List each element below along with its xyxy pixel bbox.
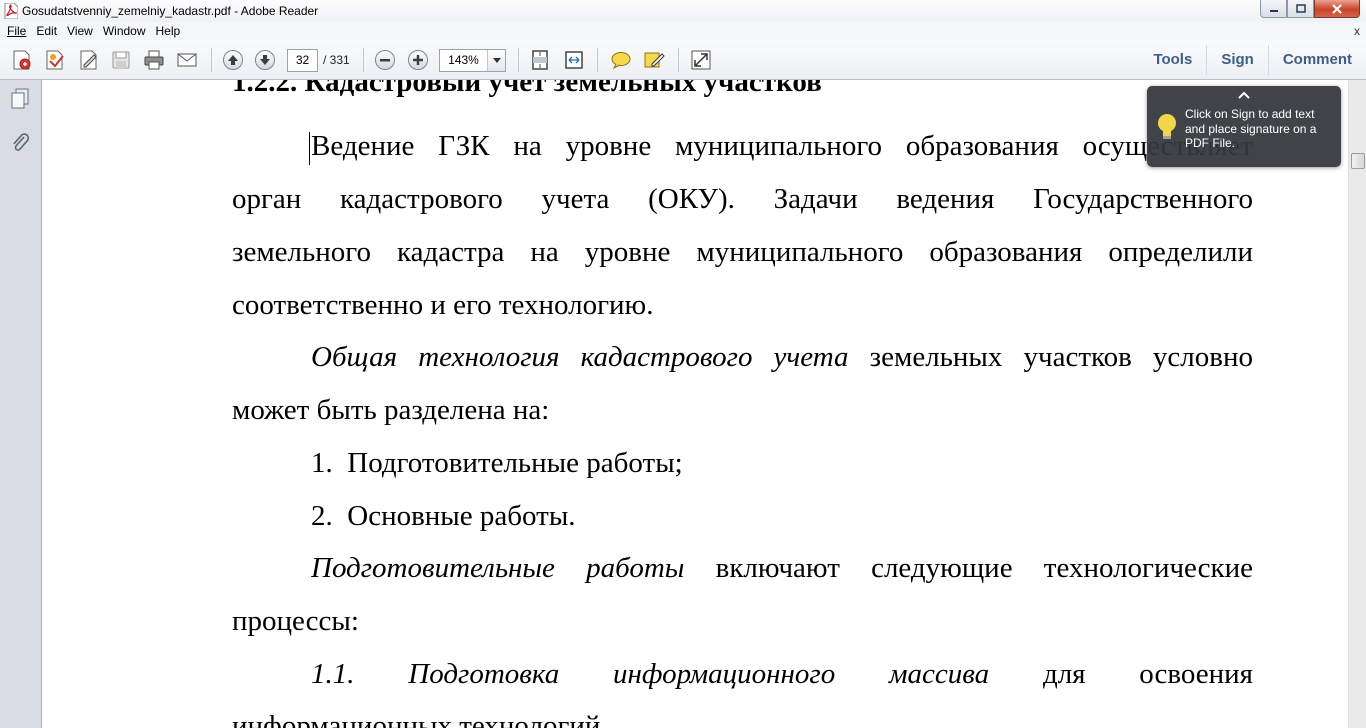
page-total: / 331 [323,53,350,67]
fit-page-icon [532,50,548,70]
sticky-note-icon [611,52,631,70]
zoom-value: 143% [448,53,479,67]
tooltip-text: Click on Sign to add text and place sign… [1185,107,1317,150]
zoom-dropdown-icon [492,58,501,63]
zoom-in-icon [413,55,423,65]
paragraph-line: может быть разделена на: [232,394,550,426]
previous-page-button[interactable] [221,48,245,72]
paragraph-line: 1.1. Подготовка информационного массива … [311,658,1253,690]
vertical-scrollbar[interactable] [1348,80,1366,728]
highlight-button[interactable] [642,48,666,72]
toolbar-separator [597,48,598,72]
tools-pane-button[interactable]: Tools [1139,45,1206,75]
zoom-select[interactable]: 143% [439,49,506,72]
pdf-page: 1.2.2. Кадастровый учет земельных участк… [43,80,1348,728]
sign-pdf-button[interactable] [77,48,101,72]
page-number-input[interactable]: 32 [287,49,318,72]
paragraph-line: информационных технологий. [232,710,608,728]
maximize-button[interactable] [1287,0,1314,18]
paragraph-line: орган кадастрового учета (ОКУ). Задачи в… [232,183,1253,215]
text-cursor [309,132,310,165]
lightbulb-icon [1155,112,1179,142]
sign-tooltip: Click on Sign to add text and place sign… [1147,86,1341,167]
edit-pdf-button[interactable] [43,48,67,72]
pages-panel-icon [11,88,29,109]
minimize-button[interactable] [1260,0,1287,18]
sticky-note-button[interactable] [609,48,633,72]
menu-view[interactable]: View [63,24,99,38]
edit-pdf-icon [46,50,64,70]
close-button[interactable] [1314,0,1360,18]
pages-panel-button[interactable] [9,88,31,110]
fit-page-button[interactable] [528,48,552,72]
zoom-in-button[interactable] [406,48,430,72]
scrollbar-thumb[interactable] [1351,153,1365,169]
zoom-out-icon [380,59,390,62]
paragraph-line: Ведение ГЗК на уровне муниципального обр… [311,130,1253,162]
toolbar-separator [518,48,519,72]
adobe-reader-icon [4,2,19,20]
toolbar-separator [678,48,679,72]
list-item: 2. Основные работы. [311,500,576,532]
comment-pane-button[interactable]: Comment [1267,45,1366,75]
collapse-caret-icon[interactable] [1237,89,1251,99]
paragraph-line: земельного кадастра на уровне муниципаль… [232,236,1253,268]
print-button[interactable] [142,48,166,72]
navigation-pane [0,80,42,728]
attachments-panel-button[interactable] [9,132,31,154]
toolbar-separator [211,48,212,72]
zoom-dropdown-button[interactable] [487,50,505,71]
print-icon [144,50,164,70]
highlight-icon [644,52,665,68]
prev-page-icon [228,55,238,65]
create-pdf-button[interactable] [10,48,34,72]
title-bar: Gosudatstvenniy_zemelniy_kadastr.pdf - A… [0,0,1366,22]
document-view[interactable]: 1.2.2. Кадастровый учет земельных участк… [43,80,1348,728]
document-close-button[interactable]: x [1354,24,1360,38]
menu-bar: File Edit View Window Help x [0,22,1366,40]
sign-pane-button[interactable]: Sign [1206,45,1268,75]
email-button[interactable] [175,48,199,72]
email-icon [177,53,197,67]
fit-width-button[interactable] [562,48,586,72]
menu-help[interactable]: Help [152,24,187,38]
list-item: 1. Подготовительные работы; [311,447,683,479]
paragraph-line: соответственно и его технологию. [232,289,654,321]
sign-pdf-icon [80,50,97,70]
fit-width-icon [565,51,583,69]
fullscreen-icon [691,50,711,70]
right-tools: Tools Sign Comment [1139,40,1366,80]
fullscreen-button[interactable] [689,48,713,72]
create-pdf-icon [13,50,31,70]
menu-edit[interactable]: Edit [32,24,63,38]
menu-window[interactable]: Window [99,24,152,38]
save-icon [112,51,130,69]
section-heading: 1.2.2. Кадастровый учет земельных участк… [232,80,822,98]
close-icon [1332,3,1342,14]
next-page-button[interactable] [253,48,277,72]
menu-file[interactable]: File [3,24,32,38]
window-title: Gosudatstvenniy_zemelniy_kadastr.pdf - A… [22,4,319,18]
save-button[interactable] [109,48,133,72]
paragraph-line: Общая технология кадастрового учета земе… [311,341,1253,373]
toolbar-separator [363,48,364,72]
paragraph-line: Подготовительные работы включают следующ… [311,552,1253,584]
next-page-icon [260,55,270,65]
zoom-out-button[interactable] [373,48,397,72]
window-controls [1260,0,1360,19]
attachments-icon [13,133,30,151]
paragraph-line: процессы: [232,605,359,637]
